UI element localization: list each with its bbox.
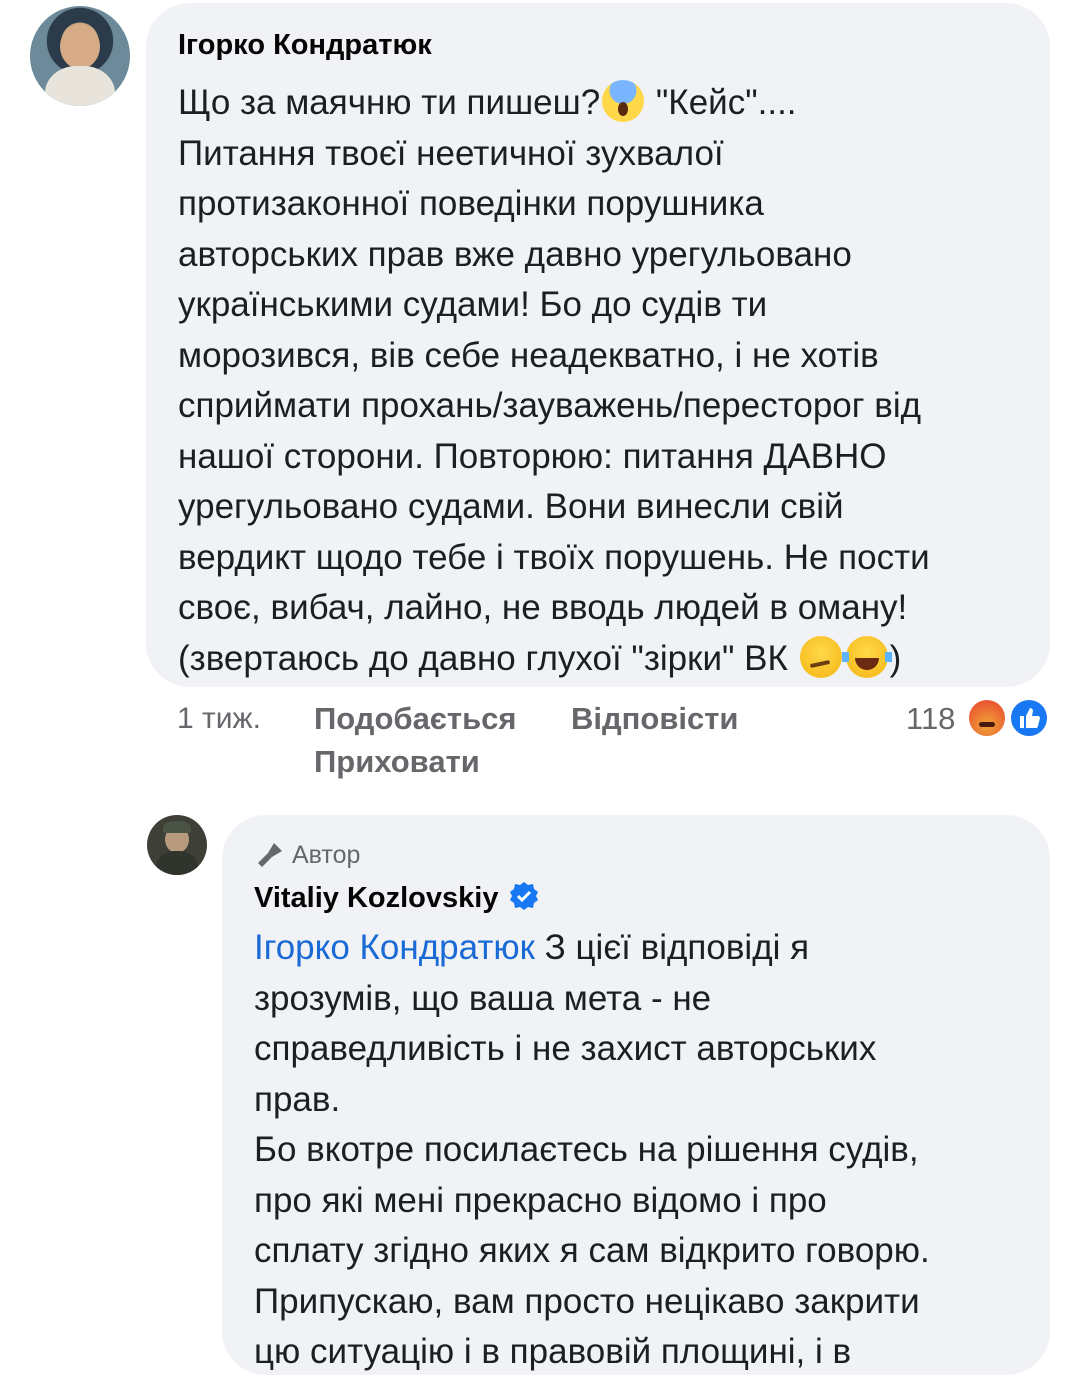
scream-emoji-icon	[602, 80, 645, 122]
reaction-count[interactable]: 118	[906, 701, 955, 737]
comment-author[interactable]: Ігорко Кондратюк	[178, 29, 1050, 62]
mention-link[interactable]: Ігорко Кондратюк	[254, 928, 535, 967]
comment-bubble: Ігорко Кондратюк Що за маячню ти пишеш? …	[146, 3, 1050, 687]
laughing-emoji-icon	[841, 635, 892, 678]
reply-bubble: Автор Vitaliy Kozlovskiy Ігорко Кондратю…	[222, 815, 1050, 1375]
reply-button[interactable]: Відповісти	[571, 701, 739, 737]
thinking-emoji-icon	[799, 635, 842, 678]
avatar[interactable]	[30, 6, 130, 106]
reply-text: Ігорко Кондратюк З цієї відповіді я зроз…	[254, 928, 930, 1371]
hide-button[interactable]: Приховати	[314, 744, 480, 780]
avatar[interactable]	[147, 815, 207, 875]
like-reaction-icon[interactable]	[1008, 697, 1050, 739]
verified-badge-icon	[509, 882, 538, 910]
like-button[interactable]: Подобається	[314, 701, 517, 737]
author-badge: Автор	[254, 837, 1050, 873]
microphone-icon	[258, 843, 282, 867]
comment-timestamp[interactable]: 1 тиж.	[177, 702, 261, 736]
reply-author[interactable]: Vitaliy Kozlovskiy	[254, 882, 498, 914]
angry-reaction-icon[interactable]	[966, 697, 1008, 739]
comment-text: Що за маячню ти пишеш? "Кейс".... Питанн…	[178, 78, 1050, 684]
